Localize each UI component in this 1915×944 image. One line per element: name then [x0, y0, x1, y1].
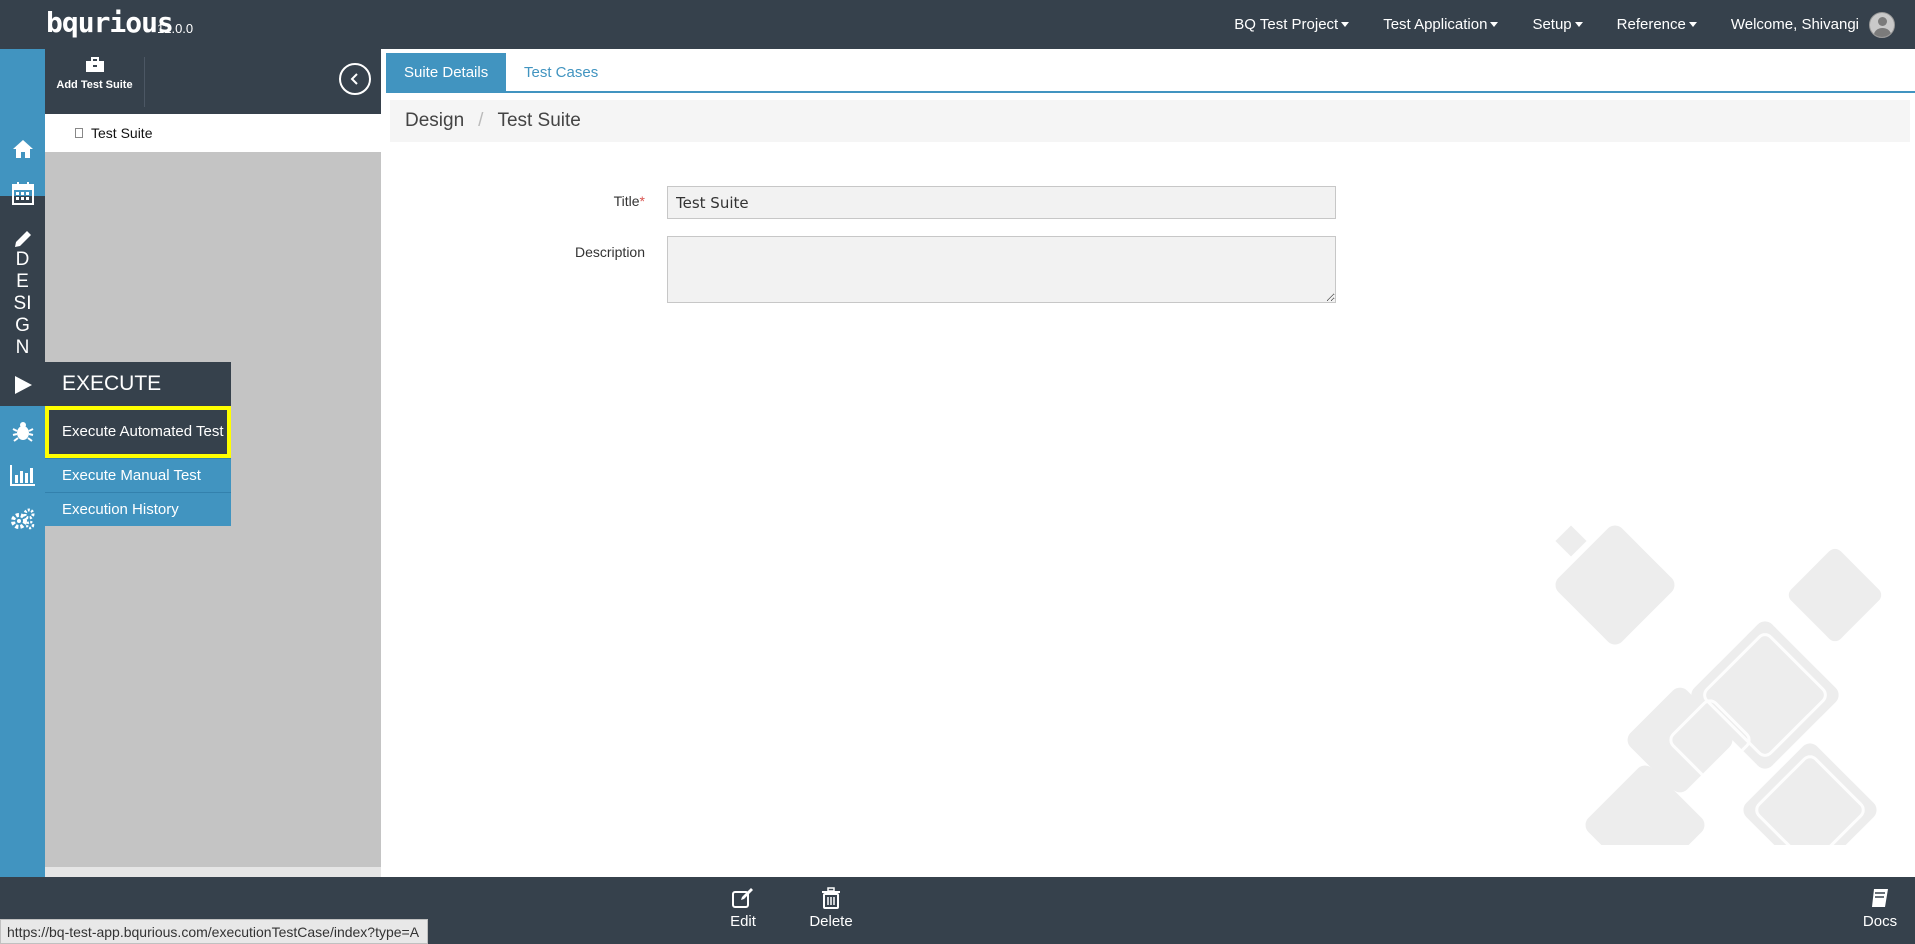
chevron-left-icon — [350, 73, 358, 85]
breadcrumb-test-suite: Test Suite — [497, 110, 581, 131]
nav-project-label: BQ Test Project — [1234, 16, 1339, 33]
tree-toolbar: Add Test Suite — [45, 49, 381, 114]
module-sidebar: D E SI G N — [0, 49, 45, 877]
add-test-suite-label: Add Test Suite — [56, 79, 133, 91]
tab-suite-details[interactable]: Suite Details — [386, 53, 507, 91]
tree-scrollbar[interactable] — [45, 867, 381, 877]
caret-down-icon — [1490, 22, 1499, 27]
gears-icon[interactable] — [0, 499, 45, 539]
top-navbar: bqurious 12.0.0 BQ Test Project Test App… — [0, 0, 1915, 49]
user-avatar-icon — [1869, 11, 1895, 38]
app-version: 12.0.0 — [157, 21, 194, 36]
nav-reference-dropdown[interactable]: Reference — [1617, 16, 1697, 33]
home-icon[interactable] — [0, 129, 45, 169]
tree-item-test-suite[interactable]: Test Suite — [45, 114, 381, 152]
bug-icon[interactable] — [0, 411, 45, 451]
breadcrumb-design[interactable]: Design — [405, 110, 464, 132]
edit-button[interactable]: Edit — [708, 887, 778, 930]
briefcase-icon — [85, 57, 104, 72]
play-icon[interactable] — [0, 365, 45, 405]
nav-project-dropdown[interactable]: BQ Test Project — [1234, 16, 1350, 33]
breadcrumb-separator: / — [478, 110, 484, 131]
nav-reference-label: Reference — [1616, 16, 1686, 33]
menu-item-execute-automated-test[interactable]: Execute Automated Test — [45, 406, 231, 458]
active-section-label: D E SI G N — [13, 249, 32, 358]
title-label: Title* — [613, 193, 645, 209]
nav-application-dropdown[interactable]: Test Application — [1383, 16, 1499, 33]
edit-label: Edit — [730, 913, 756, 930]
docs-button[interactable]: Docs — [1845, 887, 1915, 930]
calendar-icon[interactable] — [0, 173, 45, 213]
caret-down-icon — [1341, 22, 1350, 27]
nav-application-label: Test Application — [1383, 16, 1488, 33]
top-nav: BQ Test Project Test Application Setup R… — [1200, 0, 1895, 49]
trash-icon — [822, 887, 840, 909]
menu-item-execution-history[interactable]: Execution History — [45, 492, 231, 526]
flyout-title: EXECUTE — [45, 362, 231, 406]
bottom-action-bar: Edit Delete Docs https://bq-test-app.bqu… — [0, 877, 1915, 944]
tab-test-cases[interactable]: Test Cases — [506, 53, 616, 91]
edit-icon — [732, 888, 753, 908]
collapse-panel-button[interactable] — [339, 63, 371, 95]
menu-item-execute-manual-test[interactable]: Execute Manual Test — [45, 458, 231, 492]
status-bar-url: https://bq-test-app.bqurious.com/executi… — [0, 919, 429, 944]
content-tabs: Suite Details Test Cases — [386, 53, 1915, 93]
description-textarea[interactable] — [667, 236, 1336, 303]
caret-down-icon — [1688, 22, 1697, 27]
delete-label: Delete — [809, 913, 853, 930]
nav-setup-label: Setup — [1532, 16, 1572, 33]
user-menu[interactable]: Welcome, Shivangi — [1730, 11, 1895, 38]
title-input[interactable] — [667, 186, 1336, 219]
bar-chart-icon[interactable] — [0, 455, 45, 495]
caret-down-icon — [1574, 22, 1583, 27]
app-logo[interactable]: bqurious — [46, 6, 174, 39]
add-test-suite-button[interactable]: Add Test Suite — [45, 57, 145, 107]
file-icon — [75, 128, 83, 138]
description-label: Description — [574, 244, 645, 260]
docs-label: Docs — [1862, 913, 1898, 930]
delete-button[interactable]: Delete — [796, 887, 866, 930]
breadcrumb: Design / Test Suite — [390, 100, 1910, 142]
tree-item-label: Test Suite — [91, 125, 153, 141]
book-icon — [1872, 889, 1888, 907]
decorative-diamond-pattern — [1510, 520, 1910, 845]
execute-flyout-menu: EXECUTE Execute Automated Test Execute M… — [45, 362, 231, 526]
welcome-text: Welcome, Shivangi — [1730, 16, 1859, 33]
nav-setup-dropdown[interactable]: Setup — [1532, 16, 1583, 33]
